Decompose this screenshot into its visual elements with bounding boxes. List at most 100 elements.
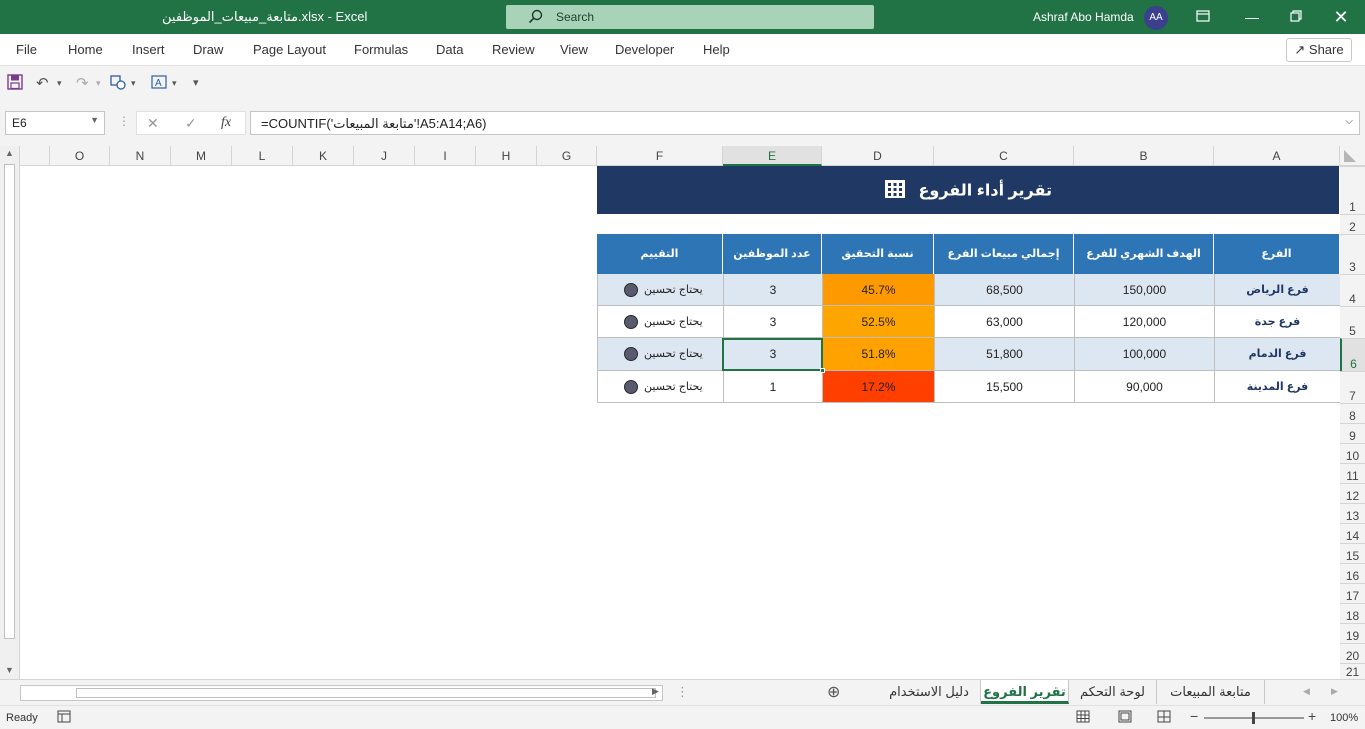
- ribbon-display-icon[interactable]: [1188, 6, 1218, 28]
- next-sheet-icon[interactable]: ▶: [1331, 686, 1338, 697]
- column-header-c[interactable]: C: [934, 146, 1074, 166]
- cell-sales[interactable]: 68,500: [934, 274, 1074, 306]
- undo-icon[interactable]: ↶: [36, 74, 49, 92]
- header-branch[interactable]: الفرع: [1214, 234, 1340, 274]
- name-box[interactable]: E6 ▼: [5, 111, 105, 135]
- tab-page-layout[interactable]: Page Layout: [253, 42, 326, 57]
- shapes-dropdown-icon[interactable]: ▾: [131, 78, 136, 89]
- row-header-15[interactable]: 15: [1340, 543, 1365, 563]
- row-header-21[interactable]: 21: [1340, 663, 1365, 679]
- column-header-k[interactable]: K: [293, 146, 354, 166]
- drag-handle-icon[interactable]: ⋮: [118, 114, 130, 128]
- row-header-17[interactable]: 17: [1340, 583, 1365, 603]
- zoom-in-icon[interactable]: +: [1308, 708, 1316, 724]
- tab-home[interactable]: Home: [68, 42, 103, 57]
- share-button[interactable]: ↗ Share: [1286, 38, 1352, 62]
- cell-achievement[interactable]: 51.8%: [822, 338, 934, 371]
- scroll-down-icon[interactable]: ▼: [5, 665, 14, 675]
- column-header-j[interactable]: J: [354, 146, 415, 166]
- save-icon[interactable]: [7, 74, 23, 94]
- cell-rating[interactable]: يحتاج تحسين: [597, 274, 723, 306]
- scroll-right-icon[interactable]: ▶: [652, 686, 659, 697]
- textbox-icon[interactable]: A: [151, 74, 167, 94]
- textbox-dropdown-icon[interactable]: ▾: [172, 78, 177, 89]
- row-header-3[interactable]: 3: [1340, 234, 1365, 274]
- customize-qat-icon[interactable]: ▾: [193, 76, 199, 89]
- cancel-icon[interactable]: ✕: [147, 115, 159, 132]
- restore-icon[interactable]: [1281, 6, 1311, 28]
- row-header-2[interactable]: 2: [1340, 214, 1365, 234]
- zoom-slider-knob[interactable]: [1252, 712, 1255, 724]
- insert-function-icon[interactable]: fx: [221, 115, 231, 131]
- row-header-16[interactable]: 16: [1340, 563, 1365, 583]
- cell-rating[interactable]: يحتاج تحسين: [597, 338, 723, 371]
- cell-branch[interactable]: فرع جدة: [1214, 306, 1340, 338]
- cell-target[interactable]: 120,000: [1074, 306, 1214, 338]
- row-header-12[interactable]: 12: [1340, 483, 1365, 503]
- row-header-20[interactable]: 20: [1340, 643, 1365, 663]
- sheet-tab-dashboard[interactable]: لوحة التحكم: [1069, 680, 1157, 704]
- fill-handle[interactable]: [820, 368, 825, 373]
- column-header-l[interactable]: L: [232, 146, 293, 166]
- column-header-a[interactable]: A: [1214, 146, 1340, 166]
- header-achievement[interactable]: نسبة التحقيق: [822, 234, 934, 274]
- cell-target[interactable]: 90,000: [1074, 371, 1214, 403]
- header-staff[interactable]: عدد الموظفين: [723, 234, 822, 274]
- column-header-m[interactable]: M: [171, 146, 232, 166]
- row-header-10[interactable]: 10: [1340, 443, 1365, 463]
- row-header-7[interactable]: 7: [1340, 371, 1365, 403]
- cell-sales[interactable]: 51,800: [934, 338, 1074, 371]
- horizontal-scrollbar[interactable]: [20, 685, 663, 701]
- tab-data[interactable]: Data: [436, 42, 463, 57]
- enter-icon[interactable]: ✓: [185, 115, 197, 132]
- normal-view-icon[interactable]: [1076, 710, 1090, 726]
- tab-formulas[interactable]: Formulas: [354, 42, 408, 57]
- accessibility-icon[interactable]: [57, 710, 71, 726]
- prev-sheet-icon[interactable]: ◀: [1303, 686, 1310, 697]
- vertical-scrollbar[interactable]: ▲ ▼: [0, 146, 20, 679]
- column-header-n[interactable]: N: [110, 146, 171, 166]
- row-header-6[interactable]: 6: [1340, 338, 1365, 371]
- undo-dropdown-icon[interactable]: ▾: [57, 78, 62, 89]
- cell-branch[interactable]: فرع المدينة: [1214, 371, 1340, 403]
- zoom-level[interactable]: 100%: [1330, 712, 1358, 724]
- sheet-tab-branch-report[interactable]: تقرير الفروع: [981, 680, 1069, 704]
- tab-developer[interactable]: Developer: [615, 42, 674, 57]
- header-target[interactable]: الهدف الشهري للفرع: [1074, 234, 1214, 274]
- tab-review[interactable]: Review: [492, 42, 535, 57]
- tab-file[interactable]: File: [16, 42, 37, 57]
- cell-branch[interactable]: فرع الرياض: [1214, 274, 1340, 306]
- row-header-14[interactable]: 14: [1340, 523, 1365, 543]
- scroll-up-icon[interactable]: ▲: [5, 148, 14, 158]
- cell-sales[interactable]: 15,500: [934, 371, 1074, 403]
- cell-rating[interactable]: يحتاج تحسين: [597, 306, 723, 338]
- expand-formula-icon[interactable]: ⌵: [1345, 116, 1353, 127]
- search-box[interactable]: Search: [506, 5, 874, 29]
- cell-staff[interactable]: 1: [723, 371, 822, 403]
- report-banner[interactable]: تقرير أداء الفروع: [597, 166, 1339, 214]
- worksheet-grid[interactable]: ▲ ▼ O N M L K J I H G F E D C B A 1 2 3 …: [0, 146, 1365, 679]
- vertical-scroll-thumb[interactable]: [4, 164, 15, 639]
- sheet-tab-sales-tracking[interactable]: متابعة المبيعات: [1157, 680, 1265, 704]
- horizontal-scroll-thumb[interactable]: [76, 688, 656, 698]
- row-header-9[interactable]: 9: [1340, 423, 1365, 443]
- page-break-view-icon[interactable]: [1157, 710, 1171, 726]
- row-header-1[interactable]: 1: [1340, 166, 1365, 214]
- cell-staff[interactable]: 3: [723, 274, 822, 306]
- column-header-g[interactable]: G: [537, 146, 597, 166]
- zoom-out-icon[interactable]: −: [1190, 708, 1198, 724]
- column-header-b[interactable]: B: [1074, 146, 1214, 166]
- cell-target[interactable]: 150,000: [1074, 274, 1214, 306]
- cell-achievement[interactable]: 17.2%: [822, 371, 934, 403]
- row-header-19[interactable]: 19: [1340, 623, 1365, 643]
- tab-help[interactable]: Help: [703, 42, 730, 57]
- header-sales[interactable]: إجمالي مبيعات الفرع: [934, 234, 1074, 274]
- column-header-f[interactable]: F: [597, 146, 723, 166]
- formula-input[interactable]: =COUNTIF('متابعة المبيعات'!A5:A14;A6) ⌵: [250, 111, 1360, 135]
- page-layout-view-icon[interactable]: [1118, 710, 1132, 726]
- user-name[interactable]: Ashraf Abo Hamda: [1033, 10, 1134, 24]
- row-header-18[interactable]: 18: [1340, 603, 1365, 623]
- cell-rating[interactable]: يحتاج تحسين: [597, 371, 723, 403]
- select-all-corner[interactable]: [1340, 146, 1365, 166]
- new-sheet-icon[interactable]: ⊕: [827, 682, 840, 702]
